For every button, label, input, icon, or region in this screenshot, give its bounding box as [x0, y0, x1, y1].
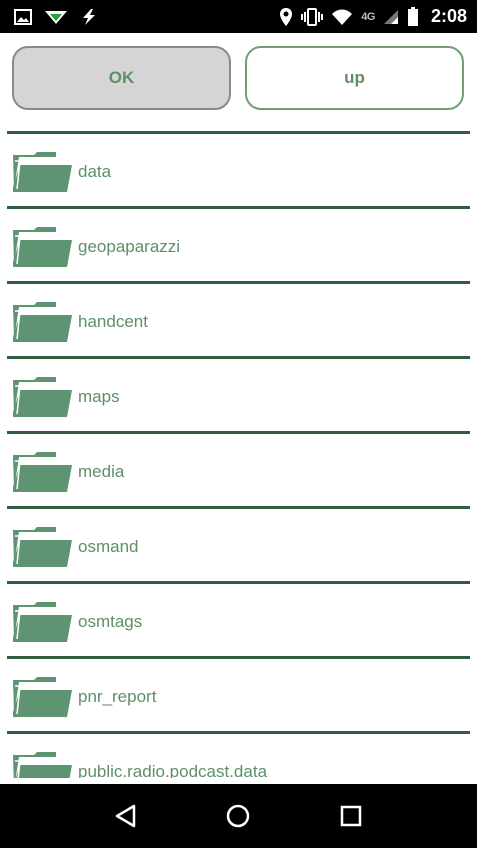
folder-label: handcent — [78, 312, 148, 331]
folder-item[interactable]: handcent — [7, 281, 470, 356]
lightning-icon — [80, 8, 98, 26]
action-buttons: OK up — [12, 46, 464, 112]
folder-icon — [12, 751, 73, 778]
folder-item[interactable]: osmand — [7, 506, 470, 581]
folder-icon — [12, 601, 73, 643]
folder-icon — [12, 451, 73, 493]
signal-arrows-icon — [44, 9, 68, 25]
status-bar-right: 4G 2:08 — [279, 6, 467, 27]
folder-label: osmand — [78, 537, 139, 556]
location-pin-icon — [279, 7, 293, 27]
status-bar: 4G 2:08 — [0, 0, 477, 33]
folder-list[interactable]: data geopaparazzi handcent maps media os… — [7, 131, 470, 778]
vibrate-icon — [301, 7, 324, 26]
image-icon — [14, 8, 32, 25]
folder-icon — [12, 526, 73, 568]
battery-icon — [407, 6, 419, 27]
recents-icon[interactable] — [331, 796, 371, 836]
screen: 4G 2:08 OK up data geopaparazzi handcent… — [0, 0, 477, 848]
folder-icon — [12, 676, 73, 718]
cell-signal-icon — [383, 9, 399, 25]
back-icon[interactable] — [106, 796, 146, 836]
folder-label: osmtags — [78, 612, 143, 631]
network-type-label: 4G — [361, 10, 375, 23]
folder-item[interactable]: pnr_report — [7, 656, 470, 731]
navigation-bar — [0, 784, 477, 848]
folder-item[interactable]: maps — [7, 356, 470, 431]
folder-label: maps — [78, 387, 120, 406]
clock-time: 2:08 — [430, 6, 467, 26]
folder-icon — [12, 151, 73, 193]
folder-icon — [12, 301, 73, 343]
folder-item[interactable]: geopaparazzi — [7, 206, 470, 281]
folder-label: media — [78, 462, 125, 481]
folder-item[interactable]: data — [7, 131, 470, 206]
home-icon[interactable] — [218, 796, 258, 836]
status-bar-left — [14, 8, 98, 26]
folder-item[interactable]: public.radio.podcast.data — [7, 731, 470, 778]
ok-button[interactable]: OK — [12, 46, 231, 110]
folder-icon — [12, 226, 73, 268]
folder-icon — [12, 376, 73, 418]
folder-item[interactable]: osmtags — [7, 581, 470, 656]
folder-label: public.radio.podcast.data — [78, 762, 268, 778]
folder-label: geopaparazzi — [78, 237, 181, 256]
folder-label: pnr_report — [78, 687, 157, 706]
folder-item[interactable]: media — [7, 431, 470, 506]
wifi-icon — [331, 8, 353, 26]
folder-label: data — [78, 162, 112, 181]
up-button[interactable]: up — [245, 46, 464, 110]
